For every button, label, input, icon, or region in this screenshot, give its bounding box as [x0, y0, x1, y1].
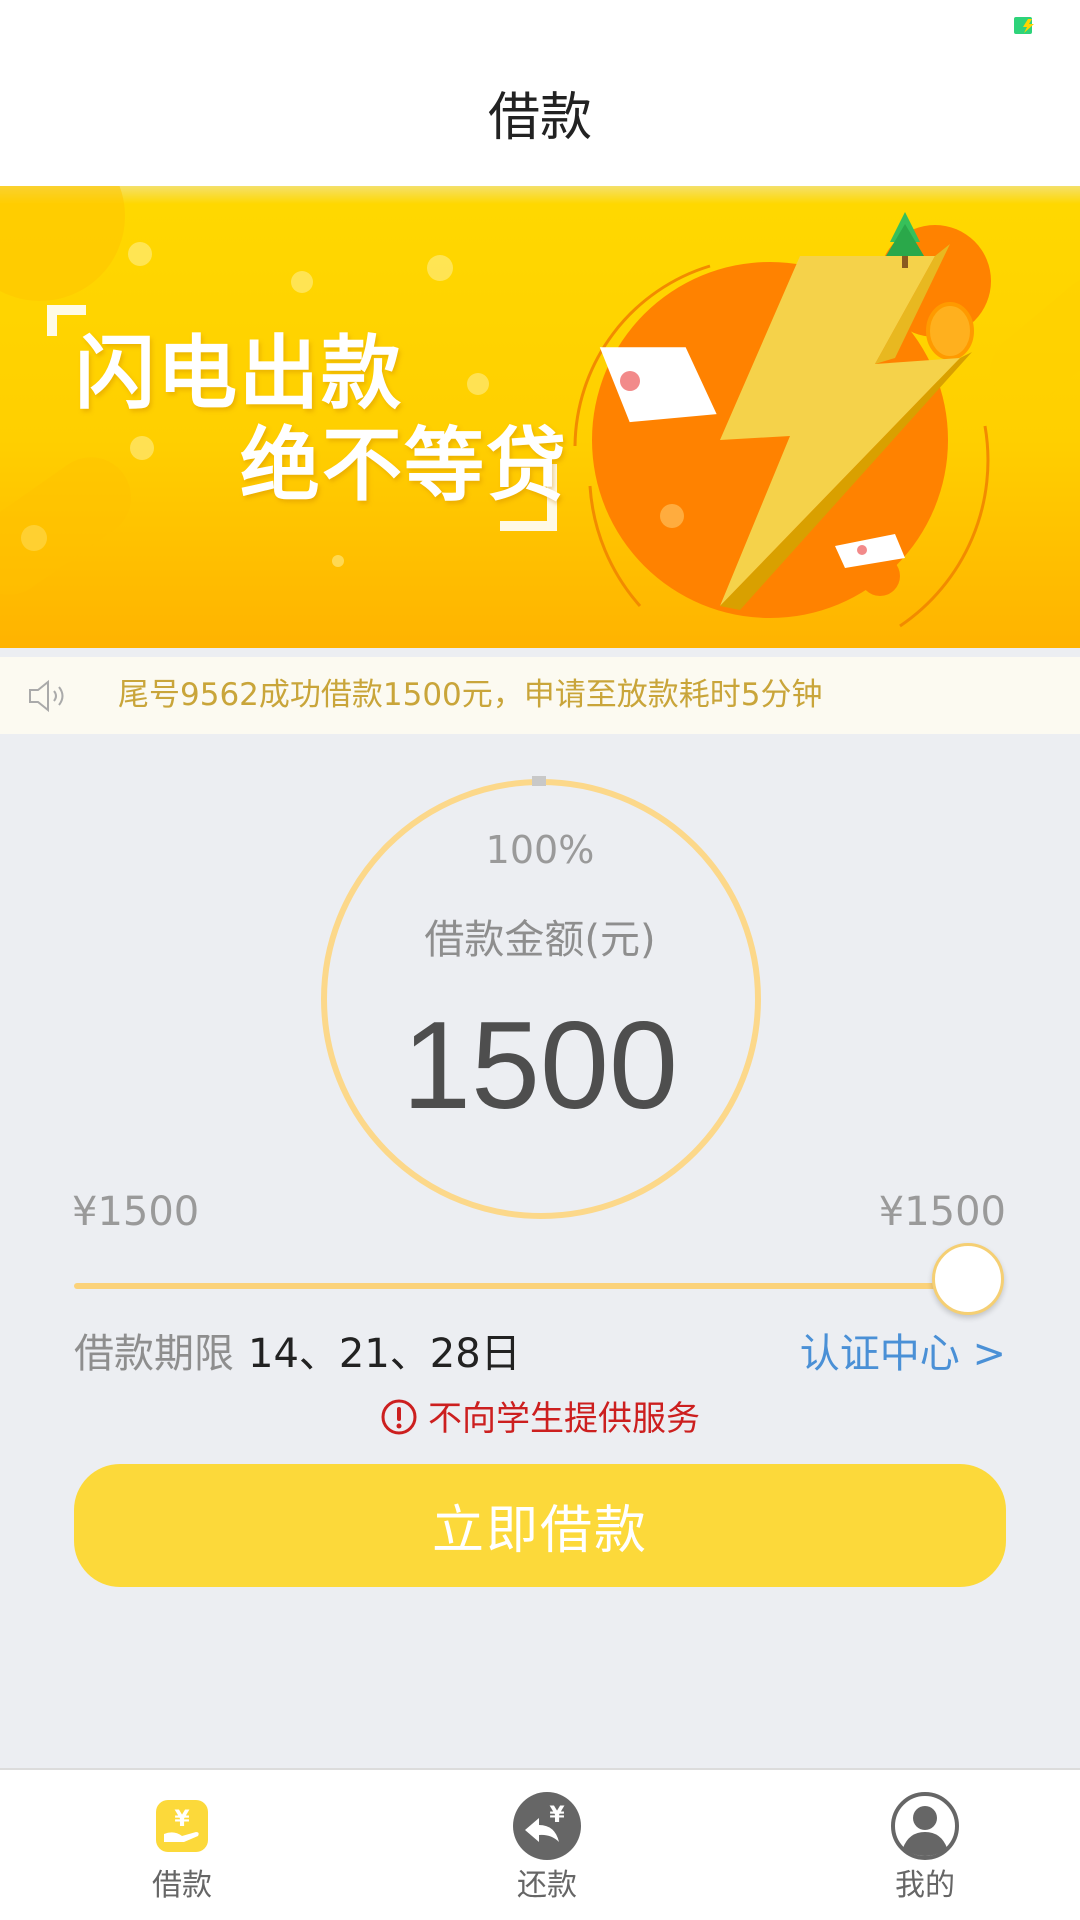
tab-repay-label: 还款 [517, 1868, 577, 1903]
page-title: 借款 [487, 88, 592, 148]
tab-repay[interactable]: ¥ 还款 [447, 1770, 647, 1920]
student-warning-text: 不向学生提供服务 [428, 1399, 700, 1439]
battery-icon [1014, 17, 1034, 34]
gauge-start-marker [532, 776, 546, 786]
loan-amount: 1500 [402, 997, 678, 1135]
banner-slogan-line1: 闪电出款 [75, 327, 403, 420]
slider-min-label: ¥1500 [72, 1189, 200, 1235]
repay-arrow-icon: ¥ [513, 1792, 581, 1860]
notice-bar: 尾号9562成功借款1500元，申请至放款耗时5分钟 [0, 657, 1080, 734]
loan-term-value: 14、21、28日 [248, 1331, 521, 1377]
notice-text: 尾号9562成功借款1500元，申请至放款耗时5分钟 [118, 677, 823, 713]
nav-bar: 借款 [0, 52, 1080, 186]
yen-hand-icon: ¥ [156, 1800, 208, 1852]
svg-text:¥: ¥ [549, 1803, 565, 1828]
speaker-icon [29, 679, 64, 713]
amount-slider-track[interactable] [74, 1283, 970, 1289]
user-icon [891, 1792, 959, 1860]
svg-text:¥: ¥ [174, 1807, 190, 1832]
amount-slider-thumb[interactable] [932, 1243, 1004, 1315]
gauge-percent: 100% [485, 828, 595, 872]
exclamation-circle-icon [381, 1399, 417, 1435]
bottom-tab-bar: ¥ 借款 ¥ 还款 我的 [0, 1768, 1080, 1920]
certification-center-link[interactable]: 认证中心 > [800, 1326, 1006, 1382]
loan-term-row: 借款期限 14、21、28日 [74, 1326, 521, 1382]
student-warning: 不向学生提供服务 [0, 1394, 1080, 1444]
slider-max-label: ¥1500 [878, 1189, 1006, 1235]
loan-term-label: 借款期限 [74, 1331, 234, 1377]
status-bar [0, 0, 1080, 52]
gauge-label: 借款金额(元) [424, 917, 656, 963]
tab-mine[interactable]: 我的 [825, 1770, 1025, 1920]
tab-borrow[interactable]: ¥ 借款 [82, 1770, 282, 1920]
banner-slogan-line2: 绝不等贷 [240, 419, 568, 512]
tab-borrow-label: 借款 [152, 1868, 212, 1903]
tab-mine-label: 我的 [895, 1868, 955, 1903]
borrow-now-button[interactable]: 立即借款 [74, 1464, 1006, 1587]
promo-banner[interactable]: 闪电出款 绝不等贷 [0, 186, 1080, 648]
